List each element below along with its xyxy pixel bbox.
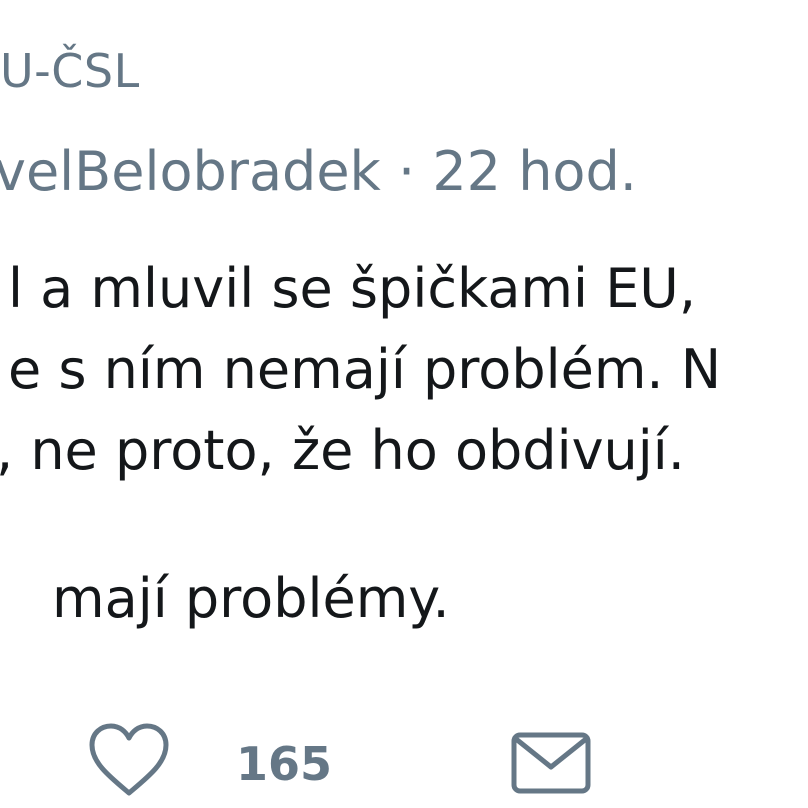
envelope-icon (511, 732, 591, 794)
tweet-text-line-2: e s ním nemají problém. N (8, 338, 722, 401)
heart-icon (89, 723, 169, 796)
like-button[interactable] (84, 721, 174, 801)
tweet-author-name[interactable]: U-ČSL (0, 48, 140, 94)
direct-message-button[interactable] (508, 721, 594, 801)
tweet-card: U-ČSL velBelobradek · 22 hod. l a mluvil… (0, 0, 808, 808)
tweet-meta-line[interactable]: velBelobradek · 22 hod. (0, 145, 637, 199)
tweet-text-line-3: , ne proto, že ho obdivují. (0, 419, 685, 482)
tweet-text-line-1: l a mluvil se špičkami EU, (8, 257, 696, 320)
tweet-actions: 165 (0, 715, 808, 808)
tweet-text-line-4: mají problémy. (52, 567, 450, 630)
like-count: 165 (236, 737, 333, 791)
